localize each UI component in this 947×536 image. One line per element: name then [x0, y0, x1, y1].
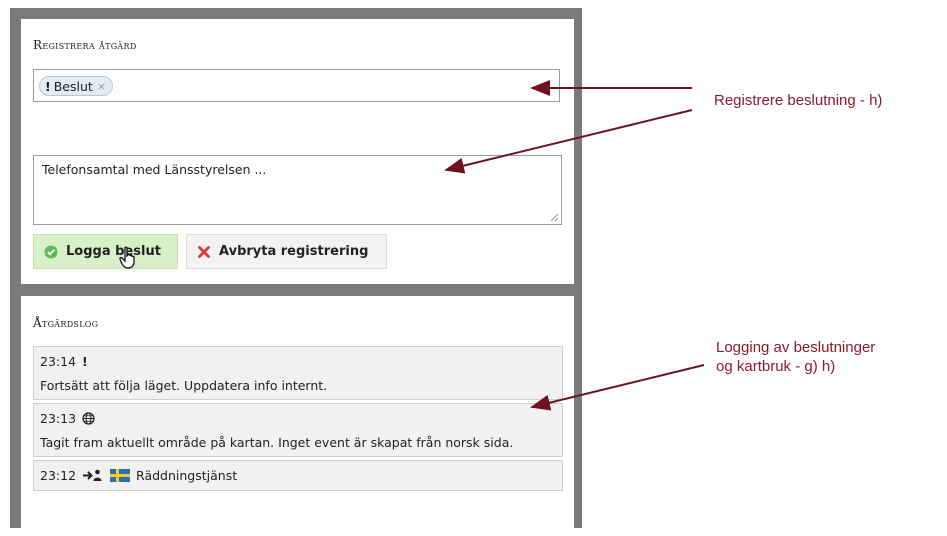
annotation-arrow-3: [530, 364, 705, 411]
annotation-arrows: [444, 80, 705, 411]
annotation-logging-line2: og kartbruk - g) h): [716, 358, 836, 375]
annotation-logging-line1: Logging av beslutninger: [716, 339, 876, 356]
annotation-arrow-2: [444, 109, 693, 174]
annotation-register-decision: Registrere beslutning - h): [714, 92, 883, 109]
